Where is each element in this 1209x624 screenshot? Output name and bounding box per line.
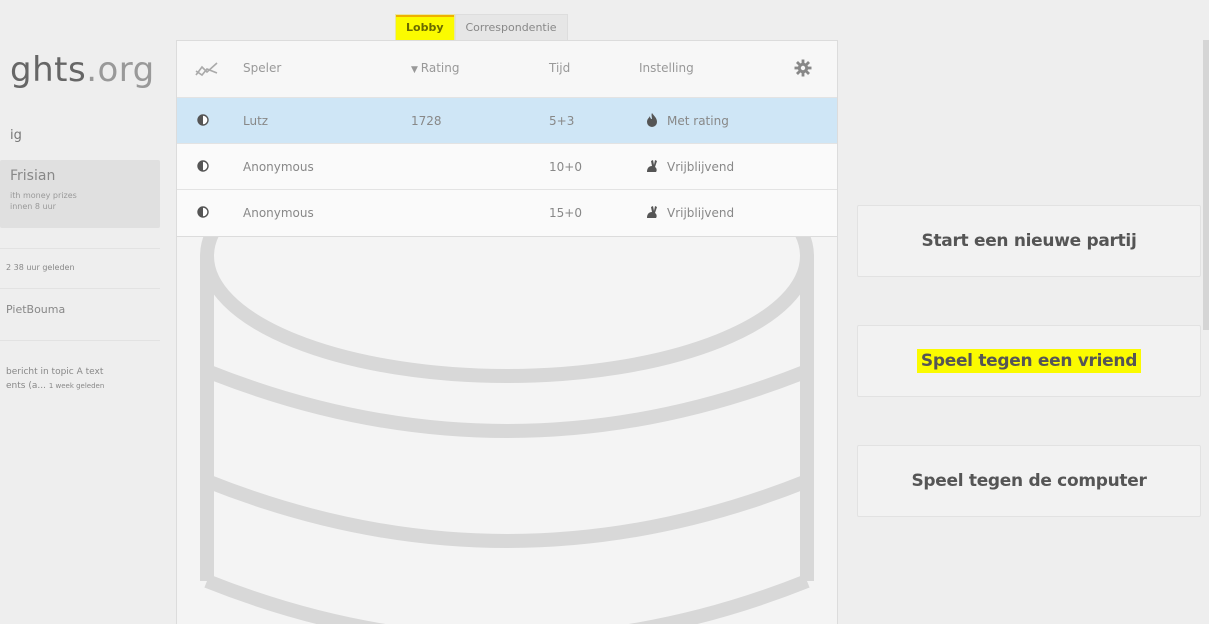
row-setting: Vrijblijvend xyxy=(667,206,735,220)
row-time: 10+0 xyxy=(549,160,582,174)
start-new-game-button[interactable]: Start een nieuwe partij xyxy=(857,205,1201,277)
row-rating: 1728 xyxy=(411,114,442,128)
table-header: Speler ▼ Rating Tijd Instelling xyxy=(177,41,837,97)
column-header-rating[interactable]: ▼ Rating xyxy=(411,61,460,75)
site-logo[interactable]: ghts.org xyxy=(10,50,155,90)
rabbit-icon xyxy=(647,206,657,218)
rating-header-label: Rating xyxy=(420,61,460,75)
row-time: 15+0 xyxy=(549,206,582,220)
lobby-panel: Speler ▼ Rating Tijd Instelling Lutz 172… xyxy=(176,40,838,624)
logo-text: ghts xyxy=(10,50,87,90)
logo-suffix: .org xyxy=(86,50,155,90)
forum-post-topic: ents (a... xyxy=(6,381,46,391)
activity-user: PietBouma xyxy=(6,303,66,316)
table-row[interactable]: Anonymous 15+0 Vrijblijvend xyxy=(177,189,837,237)
half-circle-icon xyxy=(197,206,209,218)
page-scrollbar[interactable] xyxy=(1203,40,1209,330)
sidebar-activity-item[interactable]: 2 38 uur geleden xyxy=(0,248,160,289)
tournament-prize-text: ith money prizes xyxy=(10,191,77,200)
play-with-friend-button[interactable]: Speel tegen een vriend xyxy=(857,325,1201,397)
chart-icon[interactable] xyxy=(195,61,219,77)
forum-post-time: 1 week geleden xyxy=(48,382,105,390)
sidebar-text-fragment: ig xyxy=(10,128,22,143)
sidebar-activity-item[interactable]: PietBouma xyxy=(0,288,160,337)
tab-correspondentie[interactable]: Correspondentie xyxy=(454,14,568,41)
gear-icon[interactable] xyxy=(794,59,812,77)
half-circle-icon xyxy=(197,160,209,172)
play-with-friend-label: Speel tegen een vriend xyxy=(916,349,1142,373)
sidebar-forum-item[interactable]: bericht in topic A text ents (a... 1 wee… xyxy=(0,340,160,411)
table-row[interactable]: Anonymous 10+0 Vrijblijvend xyxy=(177,143,837,190)
tournament-info: ith money prizes innen 8 uur xyxy=(10,190,77,212)
column-header-time[interactable]: Tijd xyxy=(549,61,570,75)
fire-icon xyxy=(647,113,657,127)
tab-lobby[interactable]: Lobby xyxy=(395,14,455,41)
activity-time: 2 38 uur geleden xyxy=(6,263,75,272)
row-player: Anonymous xyxy=(243,160,314,174)
start-new-game-label: Start een nieuwe partij xyxy=(921,231,1137,251)
tournament-start-text: innen 8 uur xyxy=(10,202,56,211)
row-setting: Vrijblijvend xyxy=(667,160,735,174)
left-sidebar: ghts.org ig Frisian ith money prizes inn… xyxy=(0,40,165,624)
app-page: ghts.org ig Frisian ith money prizes inn… xyxy=(0,0,1209,624)
forum-post-line: ents (a... 1 week geleden xyxy=(6,381,104,391)
half-circle-icon xyxy=(197,114,209,126)
sort-caret-icon: ▼ xyxy=(411,65,421,75)
table-row[interactable]: Lutz 1728 5+3 Met rating xyxy=(177,97,837,144)
lobby-tabs: Lobby Correspondentie xyxy=(395,14,568,41)
row-time: 5+3 xyxy=(549,114,575,128)
tournament-name: Frisian xyxy=(10,168,56,184)
row-player: Anonymous xyxy=(243,206,314,220)
column-header-player[interactable]: Speler xyxy=(243,61,281,75)
tournament-card[interactable]: Frisian ith money prizes innen 8 uur xyxy=(0,160,160,228)
row-setting: Met rating xyxy=(667,114,729,128)
rabbit-icon xyxy=(647,160,657,172)
play-computer-button[interactable]: Speel tegen de computer xyxy=(857,445,1201,517)
column-header-setting[interactable]: Instelling xyxy=(639,61,694,75)
play-computer-label: Speel tegen de computer xyxy=(911,471,1147,491)
forum-post-text: bericht in topic A text xyxy=(6,367,104,377)
row-player: Lutz xyxy=(243,114,269,128)
